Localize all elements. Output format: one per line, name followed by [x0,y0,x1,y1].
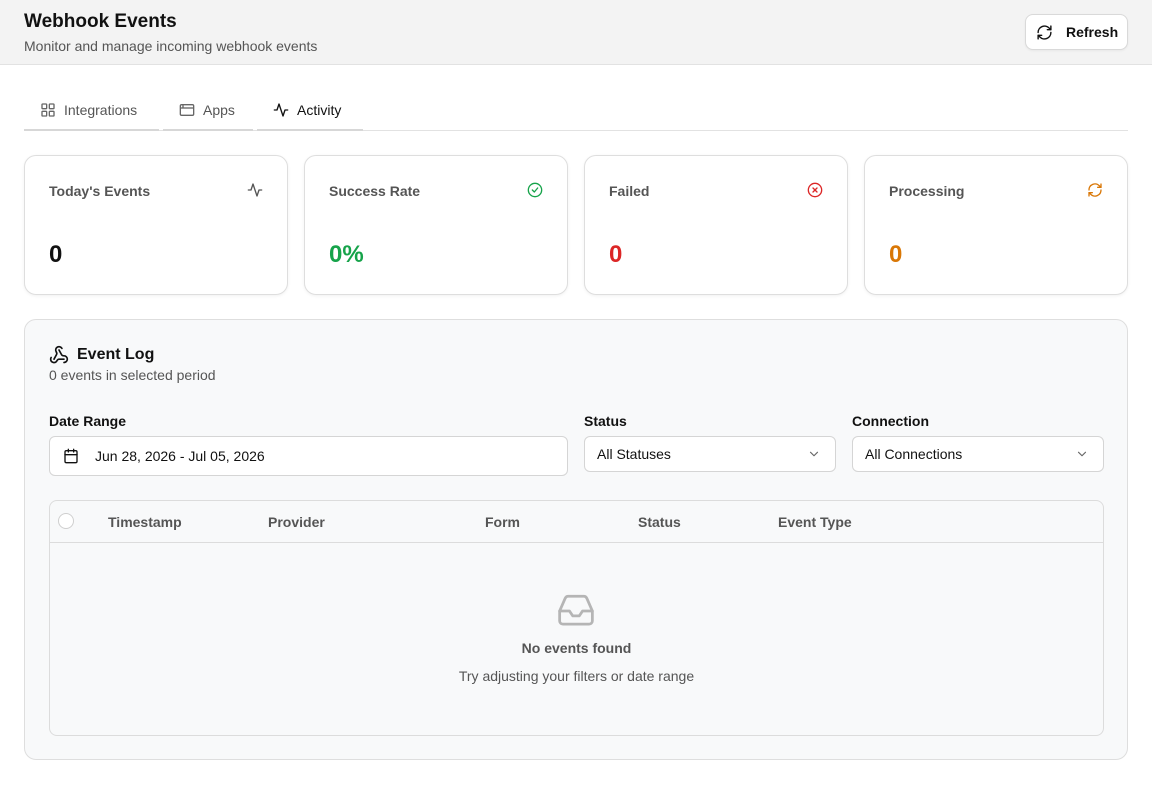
select-all-checkbox[interactable] [58,513,74,529]
table-header: Timestamp Provider Form Status Event Typ… [50,501,1103,543]
stat-label: Processing [889,183,965,199]
activity-icon [247,182,263,198]
page-title: Webhook Events [24,11,177,32]
stat-card-processing: Processing 0 [864,155,1128,295]
empty-state-title: No events found [521,640,632,656]
column-header-event-type[interactable]: Event Type [778,514,852,530]
tab-activity[interactable]: Activity [257,90,363,131]
page-subtitle: Monitor and manage incoming webhook even… [24,38,318,54]
activity-icon [273,102,289,118]
event-log-panel: Event Log 0 events in selected period Da… [24,319,1128,760]
stat-label: Failed [609,183,650,199]
events-table: Timestamp Provider Form Status Event Typ… [49,500,1104,736]
connection-select[interactable]: All Connections [852,436,1104,472]
webhook-icon [49,345,69,365]
event-log-subtitle: 0 events in selected period [49,367,216,383]
status-select[interactable]: All Statuses [584,436,836,472]
date-range-picker[interactable]: Jun 28, 2026 - Jul 05, 2026 [49,436,568,476]
stat-value: 0 [49,241,63,268]
column-header-provider[interactable]: Provider [268,514,325,530]
stat-label: Today's Events [49,183,151,199]
inbox-icon [556,593,596,629]
date-range-value: Jun 28, 2026 - Jul 05, 2026 [95,448,265,464]
grid-icon [40,102,56,118]
stat-value: 0% [329,241,364,268]
tab-bar: Integrations Apps Activity [24,90,1128,131]
calendar-icon [63,448,79,464]
tab-label: Integrations [64,101,138,118]
event-log-title: Event Log [77,346,155,363]
tab-label: Activity [297,101,342,118]
status-label: Status [584,413,627,429]
chevron-down-icon [807,447,821,461]
stat-card-failed: Failed 0 [584,155,848,295]
tab-apps[interactable]: Apps [163,90,253,131]
x-circle-icon [807,182,823,198]
stat-value: 0 [609,241,623,268]
status-select-value: All Statuses [597,446,671,462]
connection-select-value: All Connections [865,446,963,462]
column-header-timestamp[interactable]: Timestamp [108,514,182,530]
check-circle-icon [527,182,543,198]
refresh-icon [1036,24,1053,41]
app-window-icon [179,102,195,118]
refresh-label: Refresh [1066,24,1119,40]
page-header: Webhook Events Monitor and manage incomi… [0,0,1152,65]
tab-label: Apps [203,101,235,118]
column-header-form[interactable]: Form [485,514,520,530]
empty-state-subtitle: Try adjusting your filters or date range [458,668,695,684]
tab-integrations[interactable]: Integrations [24,90,159,131]
date-range-label: Date Range [49,413,127,429]
stat-card-success-rate: Success Rate 0% [304,155,568,295]
stat-value: 0 [889,241,903,268]
column-header-status[interactable]: Status [638,514,681,530]
refresh-button[interactable]: Refresh [1025,14,1128,50]
refresh-icon [1087,182,1103,198]
stat-label: Success Rate [329,183,421,199]
connection-label: Connection [852,413,929,429]
chevron-down-icon [1075,447,1089,461]
stat-card-todays-events: Today's Events 0 [24,155,288,295]
